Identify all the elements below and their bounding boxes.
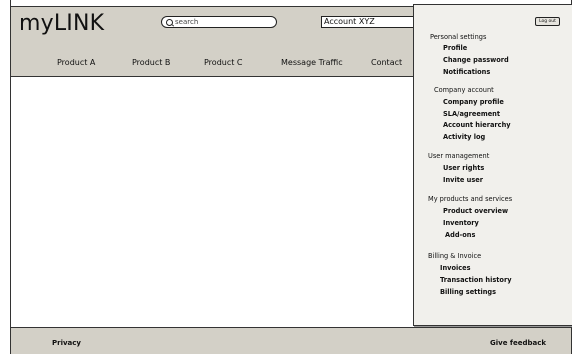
nav-contact[interactable]: Contact: [371, 58, 402, 67]
nav-product-b[interactable]: Product B: [132, 58, 170, 67]
menu-heading-personal-settings[interactable]: Personal settings: [430, 33, 486, 41]
menu-item-transaction-history[interactable]: Transaction history: [440, 276, 512, 284]
menu-heading-company-account[interactable]: Company account: [434, 86, 494, 94]
search-icon: [166, 18, 173, 26]
menu-item-product-overview[interactable]: Product overview: [443, 207, 508, 215]
account-selector[interactable]: Account XYZ: [321, 16, 421, 28]
user-menu-dropdown: Log out Personal settings Profile Change…: [413, 4, 572, 326]
menu-item-notifications[interactable]: Notifications: [443, 68, 490, 76]
menu-item-invoices[interactable]: Invoices: [440, 264, 471, 272]
menu-item-inventory[interactable]: Inventory: [443, 219, 479, 227]
menu-item-change-password[interactable]: Change password: [443, 56, 509, 64]
menu-item-invite-user[interactable]: Invite user: [443, 176, 483, 184]
logo[interactable]: myLINK: [19, 11, 104, 36]
menu-item-company-profile[interactable]: Company profile: [443, 98, 504, 106]
privacy-link[interactable]: Privacy: [52, 339, 81, 347]
search-box[interactable]: [161, 16, 277, 28]
logout-button[interactable]: Log out: [535, 17, 560, 26]
menu-item-add-ons[interactable]: Add-ons: [445, 231, 475, 239]
menu-item-billing-settings[interactable]: Billing settings: [440, 288, 496, 296]
menu-item-activity-log[interactable]: Activity log: [443, 133, 485, 141]
nav-product-a[interactable]: Product A: [57, 58, 95, 67]
give-feedback-link[interactable]: Give feedback: [490, 339, 546, 347]
menu-heading-billing-invoice[interactable]: Billing & Invoice: [428, 252, 481, 260]
menu-heading-products-services[interactable]: My products and services: [428, 195, 512, 203]
nav-message-traffic[interactable]: Message Traffic: [281, 58, 343, 67]
menu-item-sla-agreement[interactable]: SLA/agreement: [443, 110, 500, 118]
menu-item-profile[interactable]: Profile: [443, 44, 467, 52]
search-input[interactable]: [175, 18, 265, 26]
menu-heading-user-management[interactable]: User management: [428, 152, 489, 160]
menu-item-account-hierarchy[interactable]: Account hierarchy: [443, 121, 511, 129]
footer-bar: Privacy Give feedback: [10, 327, 572, 354]
menu-item-user-rights[interactable]: User rights: [443, 164, 484, 172]
nav-product-c[interactable]: Product C: [204, 58, 243, 67]
